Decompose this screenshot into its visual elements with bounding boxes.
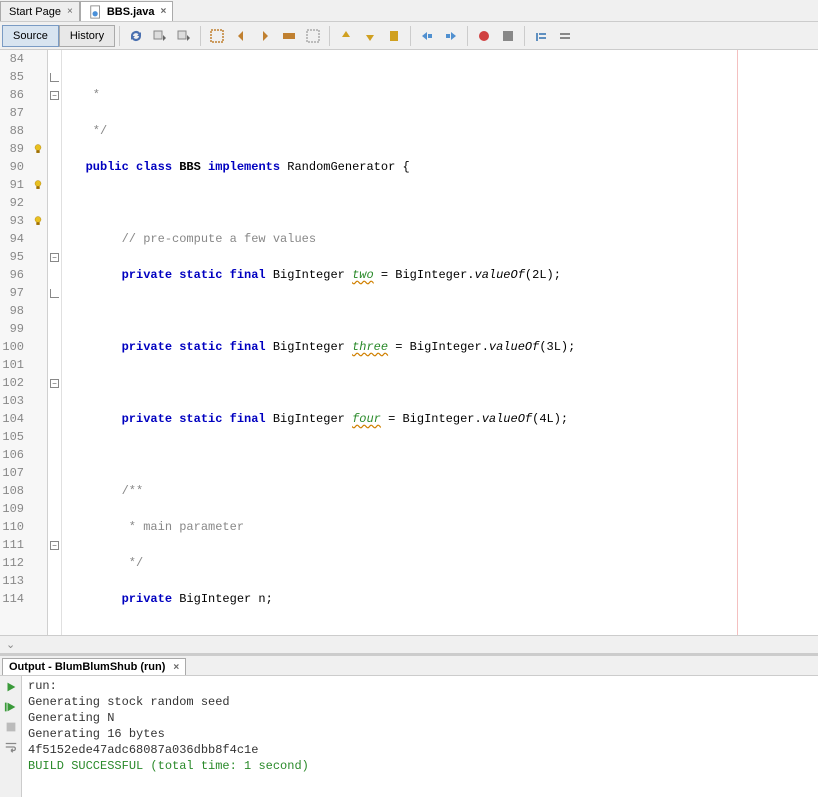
output-tab-bar: Output - BlumBlumShub (run) × [0,656,818,676]
tab-label: BBS.java [107,6,155,18]
code-content[interactable]: * */ public class BBS implements RandomG… [62,50,818,635]
start-macro-icon[interactable] [473,25,495,47]
close-icon[interactable]: × [173,662,179,673]
fold-toggle-icon[interactable]: − [50,91,59,100]
toggle-highlight-icon[interactable] [278,25,300,47]
output-toolbar [0,676,22,797]
refresh-icon[interactable] [125,25,147,47]
stop-icon[interactable] [2,718,20,736]
marker-gutter [28,50,48,635]
uncomment-icon[interactable] [554,25,576,47]
subtab-source[interactable]: Source [2,25,59,47]
forward-dropdown-icon[interactable] [173,25,195,47]
hint-bulb-icon[interactable] [28,212,47,230]
close-icon[interactable]: × [67,6,73,17]
output-line: Generating stock random seed [28,694,812,710]
rerun-alt-icon[interactable] [2,698,20,716]
hint-bulb-icon[interactable] [28,176,47,194]
find-selection-icon[interactable] [206,25,228,47]
fold-toggle-icon[interactable]: − [50,253,59,262]
fold-toggle-icon[interactable]: − [50,541,59,550]
tab-label: Start Page [9,6,61,18]
output-tab[interactable]: Output - BlumBlumShub (run) × [2,658,186,675]
find-prev-icon[interactable] [230,25,252,47]
shift-right-icon[interactable] [440,25,462,47]
output-line: Generating N [28,710,812,726]
comment-icon[interactable] [530,25,552,47]
stop-macro-icon[interactable] [497,25,519,47]
output-tab-label: Output - BlumBlumShub (run) [9,661,165,673]
shift-left-icon[interactable] [416,25,438,47]
output-line: 4f5152ede47adc68087a036dbb8f4c1e [28,742,812,758]
editor-toolbar: Source History [0,22,818,50]
next-bookmark-icon[interactable] [359,25,381,47]
line-number-gutter: 8485868788899091929394959697989910010110… [0,50,28,635]
breadcrumb[interactable]: ⌄ [0,635,818,653]
output-line: run: [28,678,812,694]
file-tab-bar: Start Page × BBS.java × [0,0,818,22]
back-dropdown-icon[interactable] [149,25,171,47]
hint-bulb-icon[interactable] [28,140,47,158]
rerun-icon[interactable] [2,678,20,696]
tab-file[interactable]: BBS.java × [80,1,174,21]
chevron-down-icon[interactable]: ⌄ [6,638,15,651]
margin-guide [737,50,738,635]
fold-gutter: − − − − [48,50,62,635]
output-panel: Output - BlumBlumShub (run) × run: Gener… [0,653,818,797]
fold-toggle-icon[interactable]: − [50,379,59,388]
wrap-icon[interactable] [2,738,20,756]
close-icon[interactable]: × [161,6,167,17]
find-next-icon[interactable] [254,25,276,47]
output-console[interactable]: run: Generating stock random seed Genera… [22,676,818,797]
prev-bookmark-icon[interactable] [335,25,357,47]
java-file-icon [89,5,103,19]
tab-start-page[interactable]: Start Page × [0,1,80,21]
subtab-history[interactable]: History [59,25,115,47]
code-editor[interactable]: 8485868788899091929394959697989910010110… [0,50,818,635]
selection-mode-icon[interactable] [302,25,324,47]
output-line: Generating 16 bytes [28,726,812,742]
toggle-bookmark-icon[interactable] [383,25,405,47]
